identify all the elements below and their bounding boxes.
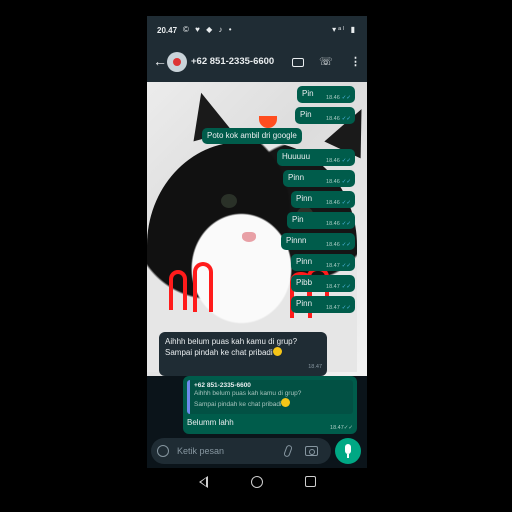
back-arrow-icon[interactable]: ← <box>153 54 167 68</box>
status-time: 20.47 <box>157 26 178 35</box>
message-time: 18.47✓✓ <box>326 305 351 311</box>
message-text: Huuuuu <box>282 152 311 161</box>
reply-text: Belumm lahh <box>187 418 234 427</box>
video-call-icon[interactable] <box>292 58 304 67</box>
message-time: 18.46 ✓✓ <box>326 158 351 164</box>
message-text: Pinn <box>296 194 313 203</box>
status-bar: 20.47 © ♥ ◆ ♪ • ▾ᵃˡ ▮ <box>147 16 367 44</box>
message-text: Pibb <box>296 278 313 287</box>
message-time: 18.46 ✓✓ <box>326 179 351 185</box>
camera-icon[interactable] <box>305 446 318 456</box>
message-bubble[interactable]: Pin 18.46 ✓✓ <box>295 107 355 124</box>
sticker-emoji <box>259 116 277 128</box>
message-input[interactable]: Ketik pesan <box>177 446 224 456</box>
notification-icons: © ♥ ◆ ♪ • <box>183 25 234 34</box>
quoted-text-line2: Sampai pindah ke chat pribadi <box>194 398 349 409</box>
message-bubble[interactable]: Pin 18.46 ✓✓ <box>287 212 355 229</box>
message-bubble[interactable]: Pinn 18.47 ✓✓ <box>291 296 355 313</box>
read-ticks-icon: ✓✓ <box>341 221 351 227</box>
message-text: Poto kok ambil dri google <box>207 131 297 140</box>
nav-home-icon[interactable] <box>251 476 263 488</box>
read-ticks-icon: ✓✓ <box>341 179 351 185</box>
message-bubble[interactable]: Huuuuu 18.46 ✓✓ <box>277 149 355 166</box>
message-time: 18.46 ✓✓ <box>326 200 351 206</box>
message-time: 18.46 ✓✓ <box>326 116 351 122</box>
incoming-message[interactable]: Aihhh belum puas kah kamu di grup? Sampa… <box>159 332 327 376</box>
read-ticks-icon: ✓✓ <box>341 305 351 311</box>
smile-emoji-icon <box>272 347 282 356</box>
chat-area[interactable]: Pin 18.46 ✓✓ Pin 18.46 ✓✓ Poto kok ambil d… <box>147 82 367 376</box>
message-time: 18.47 <box>308 364 322 370</box>
read-ticks-icon: ✓✓ <box>341 200 351 206</box>
attach-icon[interactable] <box>283 444 293 458</box>
chat-header: ← +62 851-2335-6600 ☏ ⋮ <box>147 44 367 82</box>
contact-name[interactable]: +62 851-2335-6600 <box>191 56 274 67</box>
message-time: 18.47✓✓ <box>326 284 351 290</box>
message-text: Pinn <box>296 257 313 266</box>
message-time: 18.46 ✓✓ <box>326 95 351 101</box>
message-text: Pinnn <box>286 236 307 245</box>
message-bubble[interactable]: Pinnn 18.46 ✓✓ <box>281 233 355 250</box>
message-text: Pinn <box>296 299 313 308</box>
red-drawing <box>169 270 187 310</box>
message-bubble[interactable]: Pibb 18.47 ✓✓ <box>291 275 355 292</box>
quoted-sender: +62 851-2335-6600 <box>194 382 251 389</box>
quoted-text-line1: Aihhh belum puas kah kamu di grup? <box>194 390 302 397</box>
nav-recents-icon[interactable] <box>305 476 316 487</box>
emoji-icon[interactable] <box>157 445 169 457</box>
incoming-text-line2: Sampai pindah ke chat pribadi <box>165 347 321 358</box>
cat-nose <box>242 232 256 242</box>
android-navbar <box>147 468 367 496</box>
message-text: Pin <box>292 215 304 224</box>
message-text: Pin <box>302 89 314 98</box>
avatar[interactable] <box>167 52 187 72</box>
read-ticks-icon: ✓✓ <box>341 242 351 248</box>
cat-eye-left <box>221 194 237 208</box>
message-bubble[interactable]: Pin 18.46 ✓✓ <box>297 86 355 103</box>
read-ticks-icon: ✓✓ <box>341 263 351 269</box>
incoming-text-line1: Aihhh belum puas kah kamu di grup? <box>165 337 298 346</box>
nav-back-icon[interactable] <box>199 476 208 488</box>
signal-battery-icons: ▾ᵃˡ ▮ <box>332 25 357 34</box>
read-ticks-icon: ✓✓ <box>343 425 353 431</box>
phone-screen: 20.47 © ♥ ◆ ♪ • ▾ᵃˡ ▮ ← +62 851-2335-660… <box>147 16 367 496</box>
message-bubble[interactable]: Poto kok ambil dri google <box>202 128 302 144</box>
message-bubble[interactable]: Pinn 18.46 ✓✓ <box>291 191 355 208</box>
message-bubble[interactable]: Pinn 18.47 ✓✓ <box>291 254 355 271</box>
red-drawing <box>193 262 213 312</box>
reply-bubble[interactable]: +62 851-2335-6600 Aihhh belum puas kah k… <box>183 376 357 434</box>
message-time: 18.46 ✓✓ <box>326 221 351 227</box>
phone-call-icon[interactable]: ☏ <box>319 55 333 68</box>
mic-button[interactable] <box>335 438 361 464</box>
message-text: Pinn <box>288 173 305 182</box>
message-time: 18.47✓✓ <box>330 425 353 431</box>
more-menu-icon[interactable]: ⋮ <box>350 55 361 68</box>
read-ticks-icon: ✓✓ <box>341 158 351 164</box>
message-input-bar[interactable]: Ketik pesan <box>151 438 331 464</box>
read-ticks-icon: ✓✓ <box>341 284 351 290</box>
message-text: Pin <box>300 110 312 119</box>
read-ticks-icon: ✓✓ <box>341 95 351 101</box>
read-ticks-icon: ✓✓ <box>341 116 351 122</box>
message-time: 18.47✓✓ <box>326 263 351 269</box>
chat-lower: +62 851-2335-6600 Aihhh belum puas kah k… <box>147 376 367 434</box>
quoted-message[interactable]: +62 851-2335-6600 Aihhh belum puas kah k… <box>187 380 353 414</box>
smile-emoji-icon <box>281 398 291 407</box>
message-bubble[interactable]: Pinn 18.46 ✓✓ <box>283 170 355 187</box>
message-time: 18.46 ✓✓ <box>326 242 351 248</box>
